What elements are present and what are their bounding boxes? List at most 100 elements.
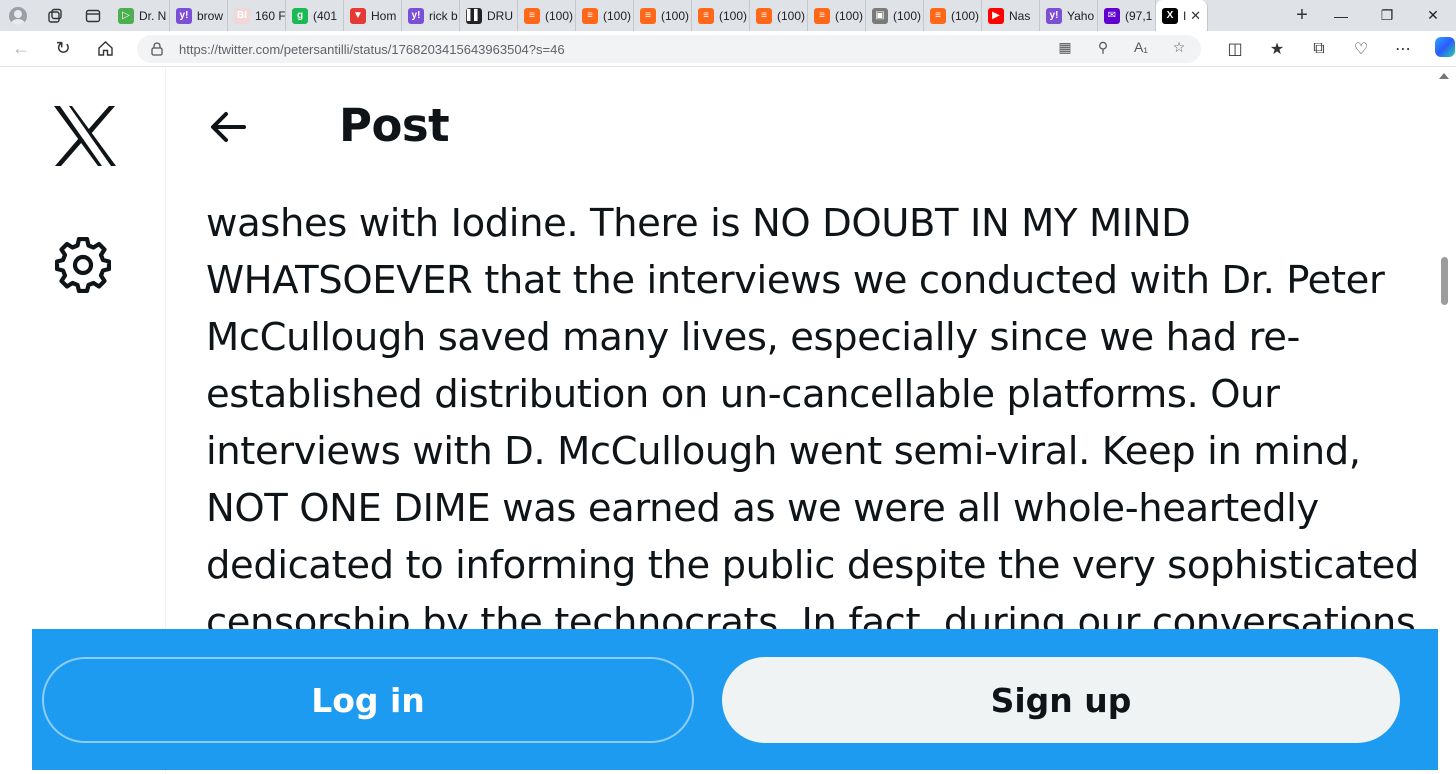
workspaces-icon — [48, 8, 62, 23]
omnibox-actions: ▦ ⚲ A₁ ☆ — [1055, 39, 1189, 56]
browser-tab[interactable]: y! brow — [170, 0, 228, 31]
profile-button[interactable] — [0, 0, 36, 31]
copilot-button[interactable] — [1424, 36, 1456, 62]
home-icon — [97, 41, 113, 56]
tweet-text-line: established distribution on un-cancellab… — [206, 372, 1280, 417]
browser-tab-title: DRU — [487, 8, 513, 23]
browser-tab-title: (100) — [835, 8, 864, 23]
browser-tab[interactable]: ▷ Dr. N — [112, 0, 170, 31]
close-tab-icon[interactable]: ✕ — [1190, 8, 1201, 24]
browser-tab-title: (100) — [545, 8, 574, 23]
browser-tab[interactable]: ≡ (100) — [634, 0, 692, 31]
log-in-button[interactable]: Log in — [42, 657, 694, 743]
scrollbar-thumb[interactable] — [1441, 257, 1448, 305]
sign-up-button[interactable]: Sign up — [722, 657, 1400, 743]
back-arrow-icon[interactable] — [208, 107, 248, 147]
yahoo-icon: y! — [176, 7, 192, 24]
favorite-star-icon[interactable]: ☆ — [1169, 39, 1189, 56]
page-title: Post — [339, 99, 450, 152]
tab-list: ▷ Dr. N y! brow BI 160 F g (401 ▼ Hom y! rick b ▌▌ DR… — [112, 0, 1286, 31]
bookmark-icon: ▼ — [350, 7, 366, 24]
browser-tab[interactable]: ▌▌ DRU — [460, 0, 518, 31]
close-icon: ✕ — [1427, 7, 1439, 23]
browser-tab-title: (100) — [777, 8, 806, 23]
browser-tab[interactable]: ≡ (100) — [750, 0, 808, 31]
substack-icon: ≡ — [756, 7, 772, 24]
profile-avatar-icon — [9, 6, 27, 25]
browser-tab-title: (97,1 — [1125, 8, 1153, 23]
post-header: Post — [166, 67, 1436, 197]
tab-actions-button[interactable] — [74, 0, 112, 31]
minimize-icon: — — [1334, 7, 1348, 24]
browser-tab[interactable]: ≡ (100) — [518, 0, 576, 31]
window-controls: — ❐ ✕ — [1318, 0, 1456, 31]
x-logo-icon[interactable] — [52, 105, 118, 167]
play-icon: ▷ — [118, 7, 134, 24]
youtube-icon: ▶ — [988, 7, 1004, 24]
substack-icon: ≡ — [814, 7, 830, 24]
browser-essentials-icon[interactable]: ♡ — [1340, 39, 1382, 59]
tweet-text-line: McCullough saved many lives, especially … — [206, 315, 1301, 360]
back-button[interactable]: ← — [0, 31, 42, 67]
plus-icon: + — [1296, 4, 1308, 26]
mail-icon: ✉ — [1104, 7, 1120, 24]
browser-toolbar-right: ◫ ★ ⧉ ♡ ⋯ — [1214, 31, 1456, 67]
browser-tab[interactable]: ≡ (100) — [924, 0, 982, 31]
browser-tab-title: rick b — [429, 8, 458, 23]
collections-icon[interactable]: ⧉ — [1298, 40, 1340, 58]
restore-icon: ❐ — [1380, 7, 1394, 23]
home-button[interactable] — [84, 31, 126, 67]
favorites-icon[interactable]: ★ — [1256, 39, 1298, 59]
tweet-text-line: NOT ONE DIME was earned as we were all w… — [206, 486, 1319, 531]
refresh-icon: ↻ — [55, 38, 71, 58]
split-screen-icon[interactable]: ◫ — [1214, 39, 1256, 59]
browser-tab[interactable]: y! rick b — [402, 0, 460, 31]
browser-tab-title: (100) — [603, 8, 632, 23]
browser-tab[interactable]: ▶ Nas — [982, 0, 1040, 31]
browser-tab-active[interactable]: X I ✕ — [1156, 0, 1208, 31]
browser-tab[interactable]: ✉ (97,1 — [1098, 0, 1156, 31]
browser-tab[interactable]: ▼ Hom — [344, 0, 402, 31]
browser-tab-title: Yaho — [1067, 8, 1095, 23]
zoom-icon[interactable]: ⚲ — [1093, 39, 1113, 56]
browser-tab[interactable]: ▣ (100) — [866, 0, 924, 31]
browser-tab[interactable]: BI 160 F — [228, 0, 286, 31]
browser-tab[interactable]: ≡ (100) — [576, 0, 634, 31]
more-menu-icon[interactable]: ⋯ — [1382, 39, 1424, 59]
page-scrollbar[interactable] — [1436, 67, 1456, 774]
read-aloud-icon[interactable]: A₁ — [1131, 39, 1151, 56]
tweet-text-line: interviews with D. McCullough went semi-… — [206, 429, 1361, 474]
address-toolbar: ← ↻ https://twitter.com/petersantilli/st… — [0, 31, 1456, 67]
lock-icon — [151, 42, 165, 56]
browser-tab-title: (100) — [719, 8, 748, 23]
browser-tab-title: 160 F — [255, 8, 285, 23]
tab-actions-icon — [85, 9, 101, 22]
workspaces-button[interactable] — [36, 0, 74, 31]
x-icon: X — [1162, 7, 1178, 24]
scroll-up-arrow-icon[interactable] — [1439, 73, 1449, 79]
substack-icon: ≡ — [582, 7, 598, 24]
url-text: https://twitter.com/petersantilli/status… — [179, 41, 565, 57]
image-icon: ▣ — [872, 7, 888, 24]
yahoo-icon: y! — [1046, 7, 1062, 24]
login-signup-bar: Log in Sign up — [32, 629, 1438, 770]
browser-tab-title: (401 — [313, 8, 338, 23]
drudge-icon: ▌▌ — [466, 7, 482, 24]
address-bar[interactable]: https://twitter.com/petersantilli/status… — [137, 35, 1201, 63]
copilot-icon — [1435, 36, 1455, 57]
browser-tab[interactable]: g (401 — [286, 0, 344, 31]
settings-gear-icon[interactable] — [55, 237, 111, 293]
refresh-button[interactable]: ↻ — [42, 31, 84, 67]
app-available-icon[interactable]: ▦ — [1055, 39, 1075, 56]
minimize-button[interactable]: — — [1318, 0, 1364, 31]
close-window-button[interactable]: ✕ — [1410, 0, 1456, 31]
browser-tab[interactable]: y! Yaho — [1040, 0, 1098, 31]
browser-tab[interactable]: ≡ (100) — [692, 0, 750, 31]
browser-tab-title: (100) — [661, 8, 690, 23]
browser-tab-title: Dr. N — [139, 8, 167, 23]
substack-icon: ≡ — [930, 7, 946, 24]
browser-tab[interactable]: ≡ (100) — [808, 0, 866, 31]
substack-icon: ≡ — [640, 7, 656, 24]
new-tab-button[interactable]: + — [1286, 0, 1318, 31]
restore-button[interactable]: ❐ — [1364, 0, 1410, 31]
